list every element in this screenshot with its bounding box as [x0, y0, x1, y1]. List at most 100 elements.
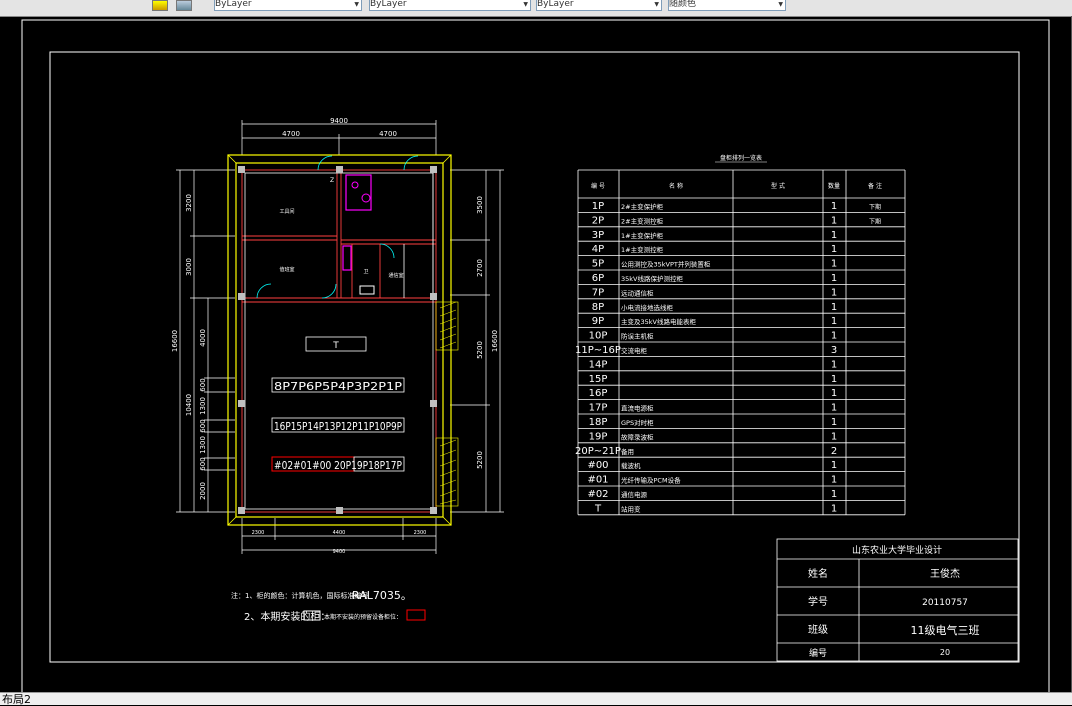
- chevron-down-icon: ▼: [354, 1, 359, 8]
- schedule-cell-qty: 1: [831, 460, 837, 471]
- schedule-row: 2P 2#主变测控柜 1 下期: [592, 215, 881, 226]
- schedule-cell-qty: 3: [831, 345, 837, 356]
- dim-right-3: 5200: [476, 341, 484, 359]
- schedule-cell-no: 15P: [589, 374, 608, 385]
- schedule-cell-name: 备用: [621, 447, 634, 456]
- schedule-row: #00 载波机 1: [587, 460, 837, 471]
- linetype-combo[interactable]: ByLayer ▼: [369, 0, 531, 11]
- schedule-cell-name: 小电流接地选线柜: [621, 303, 674, 312]
- color-combo[interactable]: ByLayer ▼: [214, 0, 362, 11]
- dim-bottom-3: 2300: [414, 530, 427, 536]
- schedule-cell-no: 6P: [592, 273, 604, 284]
- class-label: 班级: [808, 624, 828, 636]
- dim-right-total: 16600: [491, 330, 499, 352]
- schedule-cell-qty: 1: [831, 244, 837, 255]
- sink-fixture: [359, 285, 375, 295]
- drawing-canvas[interactable]: 9400 4700 4700 3200 3000 16600 4000 600 …: [0, 16, 1072, 694]
- schedule-cell-qty: 1: [831, 403, 837, 414]
- schedule-cell-qty: 1: [831, 431, 837, 442]
- schedule-row: 20P~21P 备用 2: [575, 446, 837, 457]
- schedule-cell-no: 7P: [592, 287, 604, 298]
- lineweight-combo-value: ByLayer: [537, 0, 574, 9]
- status-bar: 布局2: [0, 692, 1072, 706]
- schedule-cell-no: 19P: [589, 431, 608, 442]
- dim-left-10: 2000: [199, 482, 207, 500]
- schedule-cell-qty: 1: [831, 215, 837, 226]
- layer-state-icon[interactable]: [152, 0, 168, 11]
- dim-left-1: 3200: [185, 194, 193, 212]
- note-1-code: RAL7035。: [352, 589, 412, 602]
- schedule-cell-no: 11P~16P: [575, 345, 621, 356]
- schedule-header-name: 名 称: [669, 182, 683, 190]
- chevron-down-icon: ▼: [523, 1, 528, 8]
- schedule-cell-name: 站用变: [621, 504, 641, 513]
- schedule-cell-no: #01: [587, 475, 608, 486]
- schedule-header-type: 型 式: [771, 182, 785, 190]
- layer-properties-icon[interactable]: [176, 0, 192, 11]
- schedule-cell-no: 4P: [592, 244, 604, 255]
- dim-bottom-total: 9400: [333, 549, 346, 555]
- schedule-cell-qty: 1: [831, 489, 837, 500]
- dim-left-7: 600: [199, 419, 207, 432]
- dim-left-total: 16600: [171, 330, 179, 352]
- schedule-cell-name: GPS对时柜: [621, 418, 654, 427]
- plotstyle-combo[interactable]: 随颜色 ▼: [668, 0, 786, 11]
- lineweight-combo[interactable]: ByLayer ▼: [536, 0, 662, 11]
- student-id: 20110757: [922, 598, 968, 608]
- toolbar: ByLayer ▼ ByLayer ▼ ByLayer ▼ 随颜色 ▼: [0, 0, 1072, 17]
- layout-tab[interactable]: 布局2: [2, 693, 31, 706]
- schedule-row: 14P 1: [589, 359, 838, 370]
- schedule-cell-qty: 1: [831, 503, 837, 514]
- dim-bottom-1: 2300: [252, 530, 265, 536]
- schedule-cell-no: 5P: [592, 259, 604, 270]
- schedule-row: 7P 远动通信柜 1: [592, 287, 837, 298]
- plotstyle-combo-value: 随颜色: [669, 0, 697, 9]
- schedule-cell-name: 通信电源: [621, 490, 648, 499]
- schedule-header-no: 编 号: [591, 182, 605, 190]
- schedule-cell-name: 直流电源柜: [621, 404, 654, 413]
- schedule-cell-name: 公用测控及35kVPT并列装置柜: [621, 260, 711, 269]
- schedule-cell-qty: 1: [831, 374, 837, 385]
- schedule-cell-qty: 1: [831, 388, 837, 399]
- dim-left-3: 4000: [199, 329, 207, 347]
- schedule-row: 9P 主变及35kV线路电能表柜 1: [592, 316, 837, 327]
- schedule-cell-name: 载波机: [621, 461, 641, 470]
- schedule-cell-name: 1#主变测控柜: [621, 245, 664, 254]
- schedule-row: 1P 2#主变保护柜 1 下期: [592, 201, 881, 212]
- drain-icon: [361, 193, 371, 203]
- schedule-cell-name: 1#主变保护柜: [621, 231, 664, 240]
- id-label: 学号: [808, 595, 828, 608]
- schedule-cell-qty: 1: [831, 316, 837, 327]
- schedule-cell-no: 16P: [589, 388, 608, 399]
- no-label: 编号: [809, 647, 827, 659]
- schedule-cell-qty: 1: [831, 359, 837, 370]
- schedule-cell-no: T: [594, 503, 602, 514]
- schedule-cell-no: #00: [587, 460, 608, 471]
- schedule-cell-qty: 1: [831, 475, 837, 486]
- dim-left-6: 10400: [185, 394, 193, 416]
- schedule-row: T 站用变 1: [594, 503, 837, 514]
- schedule-row: 15P 1: [589, 374, 838, 385]
- dim-left-5: 1300: [199, 397, 207, 415]
- reserved-legend-box: [406, 609, 426, 621]
- room-label-duty: 值班室: [279, 266, 294, 273]
- dim-bottom-2: 4400: [333, 530, 346, 536]
- schedule-cell-remark: 下期: [869, 203, 881, 211]
- schedule-cell-name: 光纤传输及PCM设备: [621, 476, 681, 485]
- schedule-cell-qty: 2: [831, 446, 837, 457]
- dim-right-1: 3500: [476, 196, 484, 214]
- shower-fixture: [345, 174, 372, 211]
- schedule-cell-name: 35kV线路保护测控柜: [621, 274, 683, 283]
- schedule-header-remark: 备 注: [868, 182, 882, 190]
- notes: 注：1、柜的颜色：计算机色，国际标准编号 RAL7035。 2、本期安装的柜： …: [231, 589, 426, 623]
- dim-right-4: 5200: [476, 451, 484, 469]
- schedule-row: 17P 直流电源柜 1: [589, 403, 838, 414]
- dim-left-2: 3000: [185, 258, 193, 276]
- basin-icon: [351, 181, 359, 189]
- schedule-row: #02 通信电源 1: [587, 489, 837, 500]
- dim-left-8: 1300: [199, 436, 207, 454]
- schedule-table: 盘柜排列一览表 编 号 名 称 型 式 数量 备 注 1P 2#主变保护柜 1 下期2…: [575, 154, 906, 516]
- toilet-fixture: [342, 245, 352, 271]
- schedule-row: 10P 防误主机柜 1: [589, 331, 838, 342]
- dim-left-4: 600: [199, 378, 207, 391]
